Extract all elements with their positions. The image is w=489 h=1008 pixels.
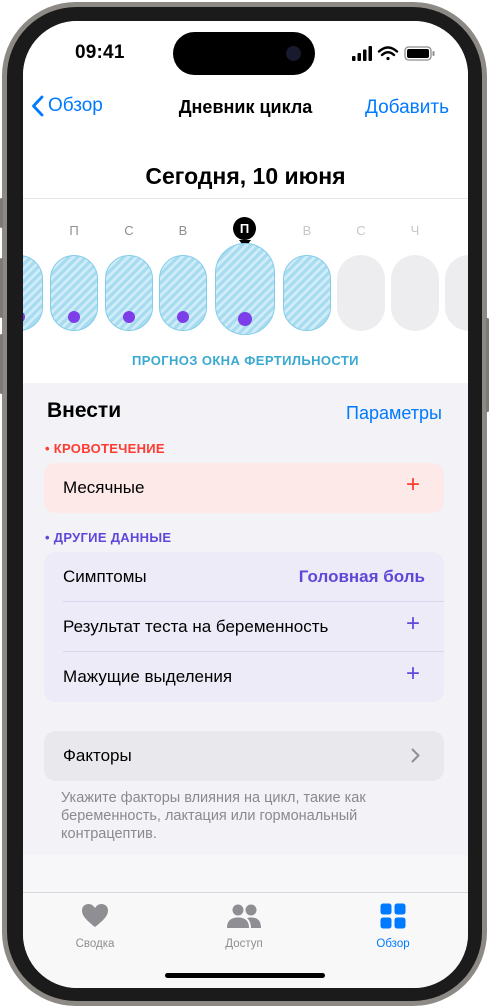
back-button[interactable]: Обзор [31,95,103,117]
calendar-day[interactable] [105,255,153,331]
status-time: 09:41 [75,42,125,63]
options-button[interactable]: Параметры [346,403,442,424]
factors-card: Факторы [44,731,444,781]
home-indicator [165,973,325,978]
chevron-left-icon [32,95,44,117]
symptoms-label: Симптомы [63,567,147,586]
plus-icon: + [405,471,420,498]
date-title: Сегодня, 10 июня [145,163,346,189]
action-button [0,198,3,228]
calendar-day[interactable] [391,255,439,331]
calendar-day[interactable] [50,255,98,331]
calendar-day-today[interactable] [215,243,275,335]
symptom-dot [68,311,80,323]
battery-icon [404,46,435,61]
tab-sharing[interactable]: Доступ [189,903,299,950]
bleeding-caption-label: КРОВОТЕЧЕНИЕ [53,441,165,456]
tab-browse[interactable]: Обзор [338,903,448,950]
today-day-badge: П [233,217,256,240]
wifi-icon [377,46,399,61]
dynamic-island [173,32,315,75]
plus-icon: + [405,660,420,687]
calendar-day[interactable] [159,255,207,331]
tab-sharing-label: Доступ [225,938,263,950]
day-letter: Н [23,223,39,238]
pregnancy-test-row[interactable]: Результат теста на беременность + [44,602,444,651]
calendar-day[interactable] [283,255,331,331]
calendar-day[interactable] [445,255,468,331]
status-icons [352,45,444,61]
factors-row[interactable]: Факторы [44,731,444,780]
content-footer [23,855,468,893]
bleeding-caption: • КРОВОТЕЧЕНИЕ [45,441,165,456]
spotting-label: Мажущие выделения [63,667,233,686]
tab-summary[interactable]: Сводка [40,903,150,950]
divider [23,198,468,199]
pregnancy-test-label: Результат теста на беременность [63,617,329,636]
symptom-dot [177,311,189,323]
people-icon [227,904,261,928]
period-label: Месячные [63,478,145,497]
log-section-title: Внести [47,399,122,422]
cellular-signal-icon [352,46,372,61]
day-letter: В [178,223,188,238]
volume-up-button [0,258,3,318]
calendar-day[interactable] [23,255,43,331]
day-letter: Ч [410,223,420,238]
day-letter: С [356,223,366,238]
tab-bar: Сводка Доступ Обзор [23,892,468,988]
chevron-right-icon [411,748,420,763]
spotting-row[interactable]: Мажущие выделения + [44,652,444,701]
plus-icon: + [405,610,420,637]
symptom-dot [238,312,252,326]
screen: 09:41 Обзор Дневник цикла Добавить Сегод… [23,21,468,988]
navigation-bar: Обзор Дневник цикла Добавить [23,83,468,131]
symptom-dot [123,311,135,323]
grid-icon [380,903,406,929]
tab-summary-label: Сводка [75,938,115,950]
camera-icon [286,46,301,61]
add-button[interactable]: Добавить [365,97,449,119]
factors-label: Факторы [63,746,132,765]
cycle-calendar: Сегодня, 10 июня Н П С В П В С Ч ПРОГНОЗ… [23,131,468,383]
tab-browse-label: Обзор [376,938,410,950]
symptom-dot [23,311,25,323]
status-bar: 09:41 [23,21,468,83]
back-label: Обзор [48,95,103,116]
symptoms-value: Головная боль [298,567,425,586]
day-letter: С [124,223,134,238]
other-data-caption-label: ДРУГИЕ ДАННЫЕ [53,530,172,545]
bleeding-card: Месячные + [44,463,444,513]
heart-icon [82,904,108,927]
symptoms-row[interactable]: Симптомы Головная боль [44,552,444,601]
calendar-day[interactable] [337,255,385,331]
volume-down-button [0,334,3,394]
day-letter: В [302,223,312,238]
period-row[interactable]: Месячные + [44,463,444,512]
fertile-window-label: ПРОГНОЗ ОКНА ФЕРТИЛЬНОСТИ [132,353,359,368]
day-letter: П [69,223,79,238]
factors-hint: Укажите факторы влияния на цикл, такие к… [61,790,366,842]
other-data-caption: • ДРУГИЕ ДАННЫЕ [45,530,172,545]
other-data-card: Симптомы Головная боль Результат теста н… [44,552,444,702]
